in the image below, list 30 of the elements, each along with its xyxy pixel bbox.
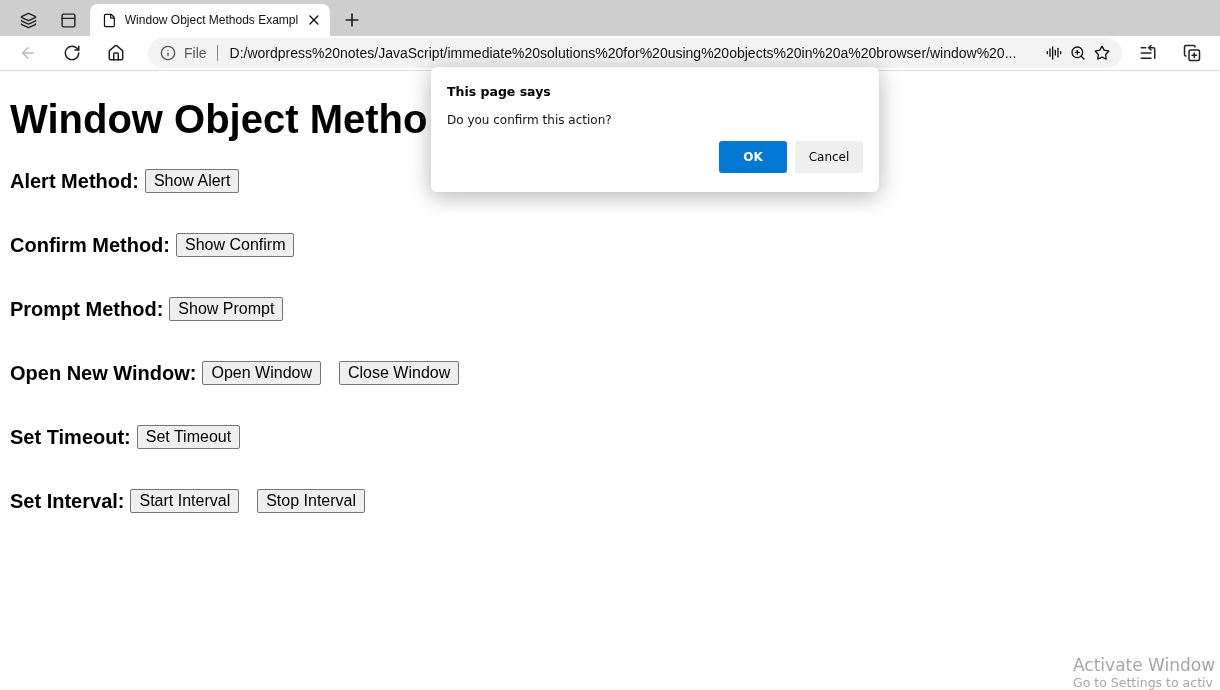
activation-hint: Go to Settings to activ [1073,675,1213,690]
dialog-title: This page says [447,84,552,99]
action-button[interactable]: Open Window [202,361,321,385]
action-button[interactable]: Close Window [339,361,460,385]
action-button[interactable]: Show Confirm [176,233,295,257]
page-icon [102,12,117,28]
cancel-button[interactable]: Cancel [795,141,863,173]
action-button[interactable]: Start Interval [130,489,240,513]
add-favorite-icon[interactable] [1094,45,1110,61]
section-label: Set Timeout: [10,425,131,449]
tab-title: Window Object Methods Exampl [124,13,299,27]
info-icon[interactable] [160,45,176,61]
action-button[interactable]: Stop Interval [257,489,365,513]
section-label: Open New Window: [10,361,197,385]
action-button[interactable]: Set Timeout [136,425,241,449]
page-heading: Window Object Metho [10,97,428,142]
zoom-icon[interactable] [1070,45,1086,61]
section-label: Confirm Method: [10,233,170,257]
action-button[interactable]: Show Prompt [169,297,284,321]
section-label: Set Interval: [10,489,125,513]
address-bar[interactable]: File D:/wordpress%20notes/JavaScript/immediate%20solutions%20for%20using%20objects%20in%20a%20browser/window%20... [148,38,1122,68]
activation-title: Activate Window [1073,655,1216,675]
dialog-message: Do you confirm this action? [447,113,613,127]
section-label: Alert Method: [10,169,139,193]
action-button[interactable]: Show Alert [144,169,240,193]
section-label: Prompt Method: [10,297,164,321]
url-text: D:/wordpress%20notes/JavaScript/immediate%20solutions%20for%20using%20objects%20in%20a%20browser/window%20... [228,45,1018,61]
ok-button[interactable]: OK [719,141,787,173]
browser-tab[interactable]: Window Object Methods Exampl [90,4,330,36]
scheme-label: File [184,45,218,61]
